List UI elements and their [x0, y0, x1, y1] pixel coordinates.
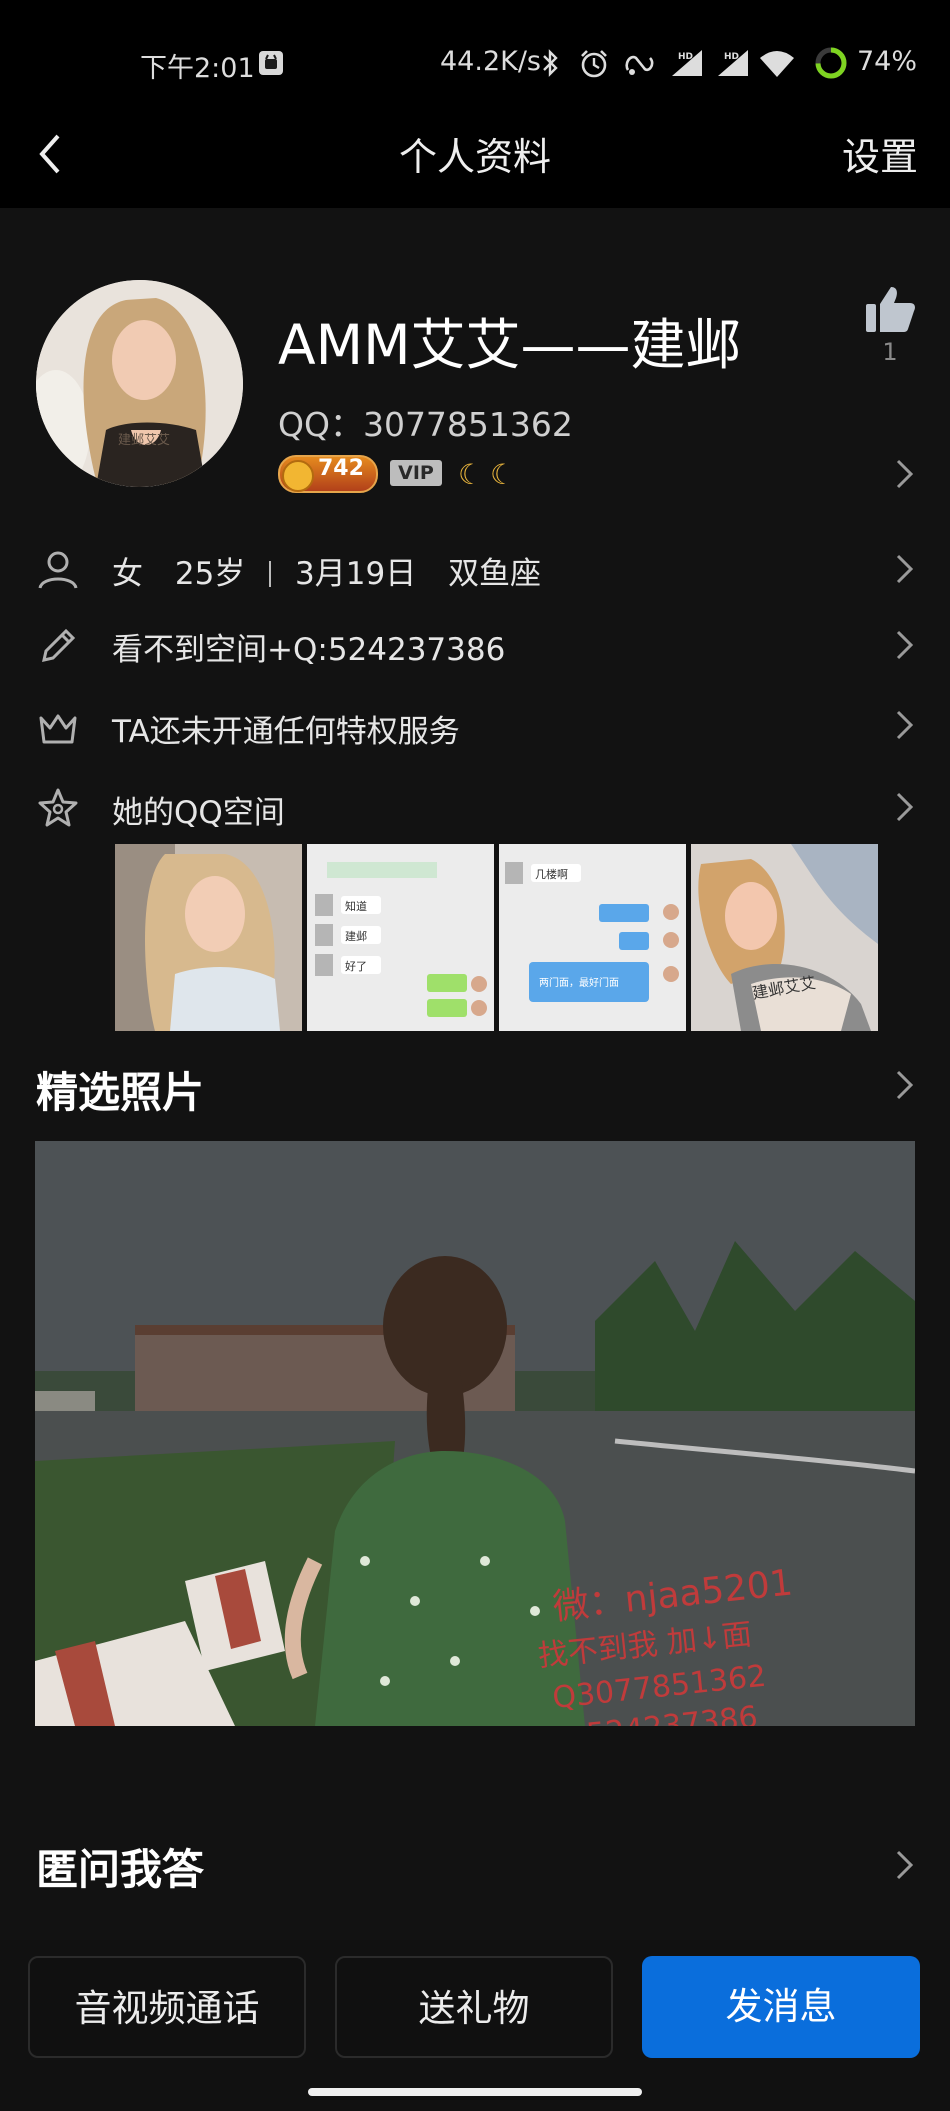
qzone-thumbnail-4[interactable]: 建邺艾艾: [691, 844, 878, 1031]
avatar[interactable]: 建邺艾艾: [36, 280, 243, 487]
crown-icon: [39, 714, 77, 744]
basic-info-row[interactable]: 女 25岁 3月19日 双鱼座: [112, 548, 541, 593]
gender-text: 女: [112, 556, 143, 592]
photos-chevron-icon[interactable]: [894, 1068, 916, 1102]
privilege-row[interactable]: TA还未开通任何特权服务: [112, 706, 460, 751]
settings-button[interactable]: 设置: [842, 126, 918, 181]
profile-chevron-right-icon[interactable]: [894, 457, 916, 491]
svg-text:知道: 知道: [345, 899, 367, 913]
zodiac-text: 双鱼座: [448, 556, 542, 592]
alarm-icon: [581, 50, 607, 78]
battery-ring-icon: [815, 47, 847, 79]
moon-icon: ☾: [458, 458, 484, 491]
qzone-thumbnail-2[interactable]: 知道 建邺 好了: [307, 844, 494, 1031]
pencil-icon: [42, 628, 76, 662]
send-gift-button[interactable]: 送礼物: [335, 1956, 613, 2058]
featured-photo[interactable]: 微：njaa5201 找不到我 加↓面 Q3077851362 52423738…: [35, 1141, 915, 1726]
section-title-qa: 匿问我答: [36, 1845, 205, 1894]
home-indicator[interactable]: [308, 2088, 642, 2096]
svg-text:HD: HD: [724, 52, 739, 62]
info-separator: [269, 561, 272, 587]
svg-text:几楼啊: 几楼啊: [535, 867, 568, 881]
section-title-photos: 精选照片: [36, 1068, 205, 1117]
birthday-text: 3月19日: [295, 556, 417, 592]
qzone-row[interactable]: 她的QQ空间: [112, 787, 285, 832]
age-text: 25岁: [174, 556, 246, 592]
signal-hd-icon-2: HD: [718, 50, 748, 76]
svg-text:HD: HD: [678, 52, 693, 62]
like-count: 1: [882, 338, 898, 366]
link-icon: [625, 55, 654, 75]
level-value: 742: [318, 456, 364, 481]
qzone-chevron-icon[interactable]: [894, 790, 916, 824]
svg-text:建邺艾艾: 建邺艾艾: [118, 433, 170, 448]
status-battery: 74%: [857, 46, 918, 77]
send-message-button[interactable]: 发消息: [642, 1956, 920, 2058]
person-icon: [38, 551, 78, 589]
page-title: 个人资料: [398, 135, 551, 179]
privilege-chevron-icon[interactable]: [894, 708, 916, 742]
moon-icon-2: ☾: [490, 458, 516, 491]
vip-badge[interactable]: VIP: [390, 460, 442, 486]
basic-info-chevron-icon[interactable]: [894, 552, 916, 586]
svg-text:好了: 好了: [345, 959, 367, 973]
star-icon: [38, 788, 78, 827]
qzone-thumbnail-3[interactable]: 几楼啊 两门面，最好门面: [499, 844, 686, 1031]
wifi-icon: [760, 51, 794, 77]
profile-qq-number: QQ：3077851362: [278, 405, 573, 444]
coin-icon: [282, 460, 314, 492]
qa-chevron-icon[interactable]: [894, 1848, 916, 1882]
status-time: 下午2:01: [140, 53, 255, 84]
signal-hd-icon: HD: [672, 50, 702, 76]
bluetooth-icon: [543, 49, 558, 77]
svg-text:建邺: 建邺: [345, 929, 367, 943]
thumbs-up-icon[interactable]: [864, 284, 916, 334]
signature-row[interactable]: 看不到空间+Q:524237386: [112, 624, 505, 669]
profile-name: AMM艾艾——建邺: [278, 313, 741, 377]
signature-chevron-icon[interactable]: [894, 628, 916, 662]
app-notification-icon: [259, 51, 283, 75]
svg-text:两门面，最好门面: 两门面，最好门面: [539, 976, 619, 989]
qzone-thumbnail-1[interactable]: [115, 844, 302, 1031]
video-call-button[interactable]: 音视频通话: [28, 1956, 306, 2058]
status-net-speed: 44.2K/s: [440, 46, 541, 77]
